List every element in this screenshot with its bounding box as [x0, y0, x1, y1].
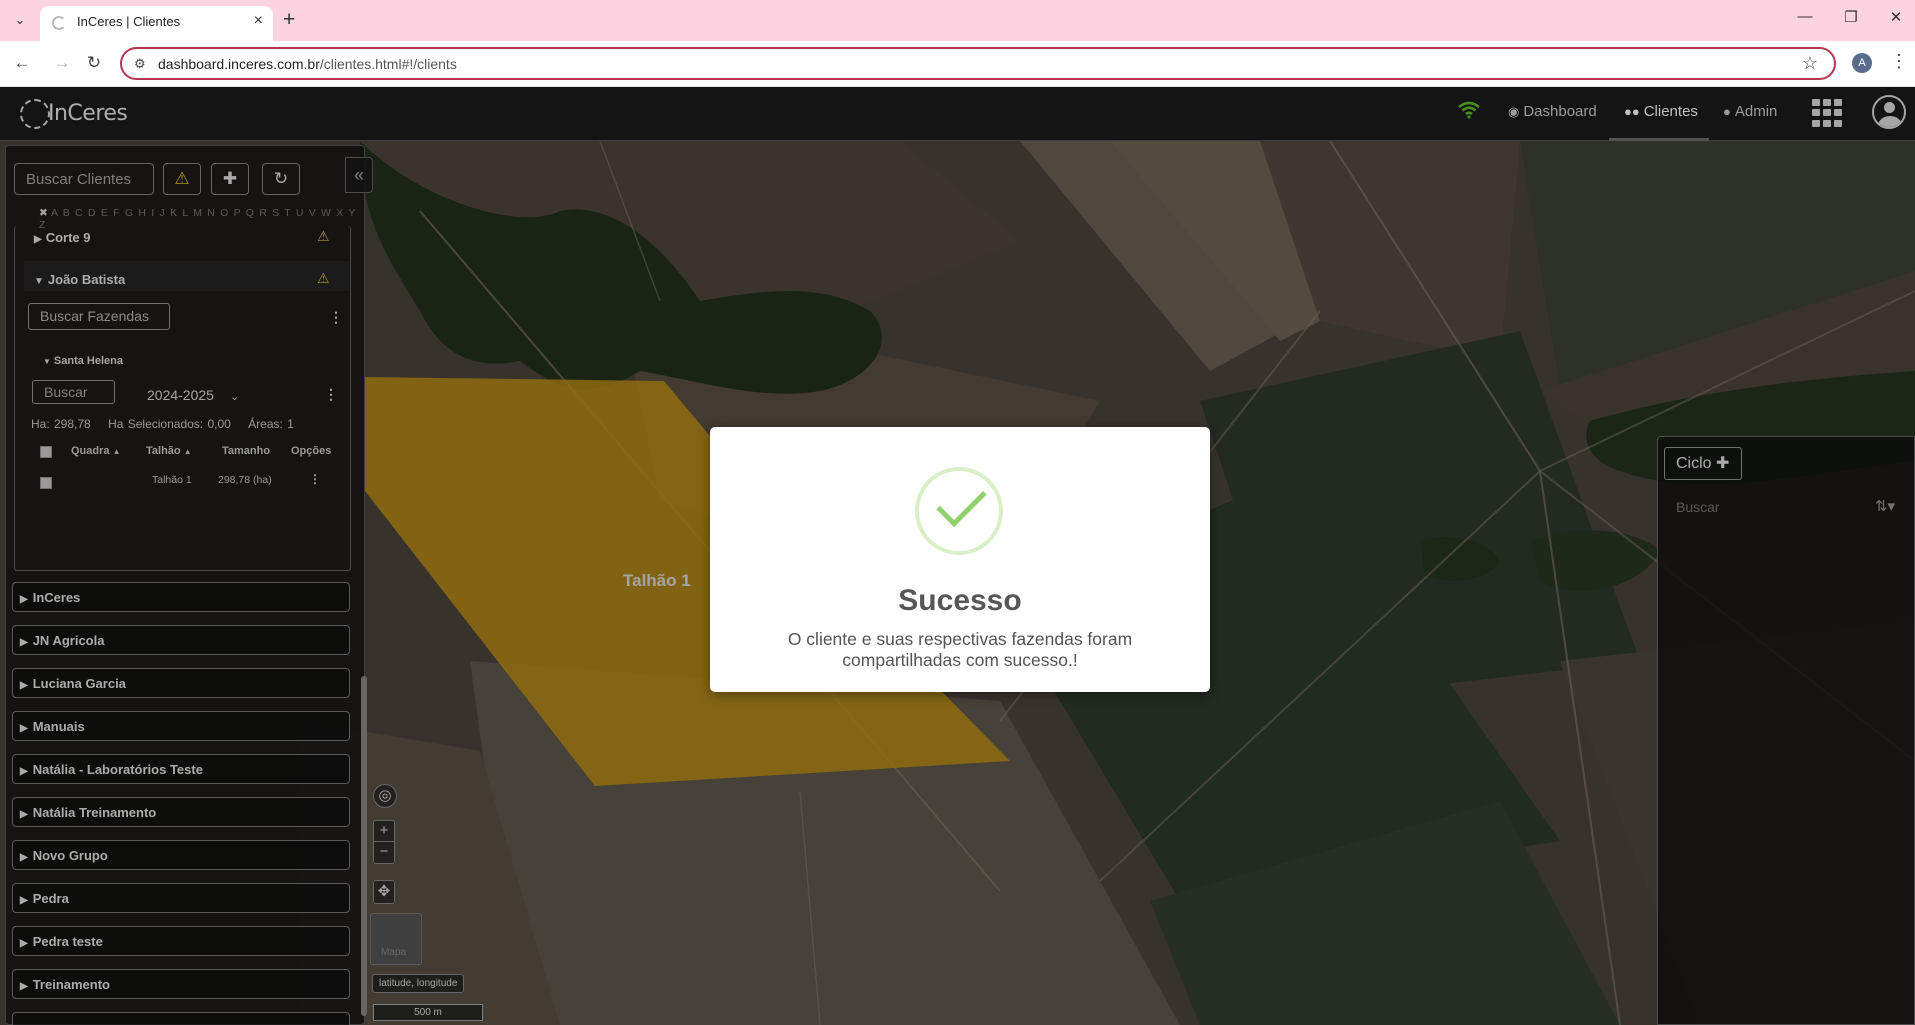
address-toolbar: ← → ↻ ⚙ dashboard.inceres.com.br/cliente…: [0, 41, 1915, 87]
new-tab-icon[interactable]: +: [283, 8, 295, 32]
tab-title: InCeres | Clientes: [77, 14, 181, 29]
dialog-title: Sucesso: [898, 584, 1022, 617]
dialog-message: O cliente e suas respectivas fazendas fo…: [787, 629, 1133, 670]
restore-icon[interactable]: ❐: [1836, 8, 1866, 26]
tab-list-chevron-icon[interactable]: ⌄: [8, 8, 32, 32]
url-text: dashboard.inceres.com.br/clientes.html#!…: [158, 56, 457, 72]
browser-tab[interactable]: InCeres | Clientes ×: [40, 6, 273, 41]
url-bar[interactable]: ⚙ dashboard.inceres.com.br/clientes.html…: [120, 47, 1836, 80]
back-icon[interactable]: ←: [10, 53, 34, 73]
success-dialog: Sucesso O cliente e suas respectivas faz…: [710, 427, 1210, 692]
reload-icon[interactable]: ↻: [82, 53, 106, 73]
browser-tab-bar: ⌄ InCeres | Clientes × + — ❐ ✕: [0, 0, 1915, 41]
close-tab-icon[interactable]: ×: [254, 12, 263, 30]
bookmark-star-icon[interactable]: ☆: [1802, 53, 1818, 74]
success-check-icon: [915, 467, 1003, 555]
forward-icon[interactable]: →: [50, 53, 74, 73]
close-window-icon[interactable]: ✕: [1881, 8, 1911, 26]
profile-avatar[interactable]: A: [1852, 53, 1872, 73]
site-info-icon[interactable]: ⚙: [134, 56, 146, 72]
browser-menu-icon[interactable]: ⋮: [1890, 51, 1908, 72]
minimize-icon[interactable]: —: [1790, 8, 1820, 25]
loading-favicon-icon: [52, 16, 66, 30]
